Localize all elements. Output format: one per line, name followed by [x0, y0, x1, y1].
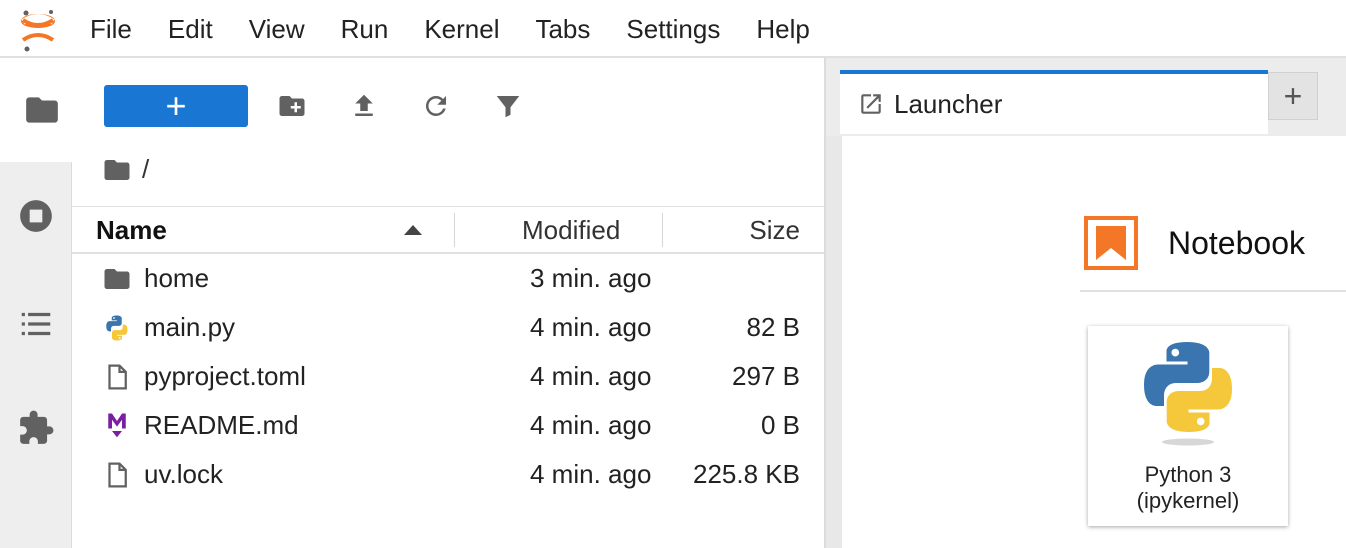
tab-label: Launcher: [894, 88, 1003, 119]
stop-circle-icon: [20, 200, 52, 232]
python-logo-icon: [1144, 342, 1232, 446]
kernel-card-label: Python 3 (ipykernel): [1088, 462, 1288, 514]
list-icon: [21, 312, 51, 336]
tab-bar: Launcher +: [826, 58, 1346, 136]
file-row-uv-lock[interactable]: uv.lock 4 min. ago 225.8 KB: [72, 450, 824, 499]
extension-manager-tab[interactable]: [0, 376, 72, 480]
column-divider[interactable]: [454, 213, 455, 247]
launcher-panel: Notebook Python 3 (ipykernel): [842, 136, 1346, 548]
main-menu: File Edit View Run Kernel Tabs Settings …: [72, 0, 828, 58]
folder-icon: [104, 269, 130, 289]
menu-tabs[interactable]: Tabs: [517, 0, 608, 58]
file-row-main-py[interactable]: main.py 4 min. ago 82 B: [72, 303, 824, 352]
top-menu-bar: File Edit View Run Kernel Tabs Settings …: [0, 0, 1346, 58]
file-size: 225.8 KB: [693, 459, 800, 489]
column-size-header[interactable]: Size: [749, 215, 800, 246]
menu-edit[interactable]: Edit: [150, 0, 231, 58]
new-folder-icon: [279, 96, 305, 116]
file-icon: [108, 364, 127, 390]
file-browser-toolbar: +: [104, 85, 544, 127]
filter-icon: [496, 96, 520, 118]
left-sidebar-tabs: [0, 58, 78, 548]
notebook-bookmark-icon: [1084, 216, 1138, 270]
menu-settings[interactable]: Settings: [608, 0, 738, 58]
column-name-header[interactable]: Name: [96, 215, 167, 246]
python-file-icon: [106, 315, 128, 341]
python3-kernel-card[interactable]: Python 3 (ipykernel): [1088, 326, 1288, 526]
section-title: Notebook: [1168, 224, 1305, 261]
jupyter-logo-icon[interactable]: [18, 8, 58, 52]
file-list: home 3 min. ago main.py 4 min. ago 82 B …: [72, 254, 824, 499]
file-modified: 4 min. ago: [530, 361, 652, 391]
launch-icon: [861, 94, 881, 114]
new-folder-button[interactable]: [256, 85, 328, 127]
file-row-readme[interactable]: README.md 4 min. ago 0 B: [72, 401, 824, 450]
kernel-name: Python 3: [1144, 462, 1232, 487]
file-name: pyproject.toml: [144, 361, 306, 391]
menu-file[interactable]: File: [72, 0, 150, 58]
file-size: 0 B: [760, 410, 800, 440]
folder-icon[interactable]: [102, 155, 132, 185]
file-modified: 4 min. ago: [530, 459, 652, 489]
menu-run[interactable]: Run: [323, 0, 407, 58]
file-modified: 4 min. ago: [530, 312, 652, 342]
markdown-icon: [108, 413, 126, 438]
refresh-icon: [425, 95, 446, 116]
menu-view[interactable]: View: [231, 0, 323, 58]
main-dock-panel: Launcher + Notebook Python 3 (ipykernel): [826, 58, 1346, 548]
new-tab-button[interactable]: +: [1268, 72, 1318, 120]
file-size: 297 B: [732, 361, 800, 391]
tab-launcher[interactable]: Launcher: [840, 70, 1268, 134]
upload-icon: [355, 94, 373, 116]
file-row-home[interactable]: home 3 min. ago: [72, 254, 824, 303]
notebook-section-header: Notebook: [1084, 216, 1305, 270]
file-name: home: [144, 263, 210, 293]
sort-ascending-icon: [404, 225, 422, 235]
new-launcher-button[interactable]: +: [104, 85, 248, 127]
kernel-spec: (ipykernel): [1136, 488, 1240, 513]
file-modified: 4 min. ago: [530, 410, 652, 440]
refresh-button[interactable]: [400, 85, 472, 127]
file-listing-header: Name Modified Size: [72, 206, 824, 254]
menu-kernel[interactable]: Kernel: [406, 0, 517, 58]
column-divider[interactable]: [662, 213, 663, 247]
file-row-pyproject[interactable]: pyproject.toml 4 min. ago 297 B: [72, 352, 824, 401]
file-modified: 3 min. ago: [530, 263, 652, 293]
file-icon: [108, 462, 127, 488]
filter-button[interactable]: [472, 85, 544, 127]
file-name: uv.lock: [144, 459, 223, 489]
file-browser-tab[interactable]: [0, 58, 78, 162]
column-modified-header[interactable]: Modified: [522, 215, 620, 246]
file-name: README.md: [144, 410, 299, 440]
breadcrumb-root[interactable]: /: [142, 154, 149, 185]
file-size: 82 B: [746, 312, 801, 342]
breadcrumb: /: [102, 154, 149, 185]
file-browser-panel: + / Name Modified Size home 3 min. ago m…: [72, 58, 826, 548]
table-of-contents-tab[interactable]: [0, 272, 72, 376]
section-divider: [1080, 290, 1346, 292]
folder-icon: [26, 97, 58, 123]
upload-button[interactable]: [328, 85, 400, 127]
running-sessions-tab[interactable]: [0, 164, 72, 268]
file-name: main.py: [144, 312, 236, 342]
puzzle-icon: [20, 410, 54, 444]
menu-help[interactable]: Help: [738, 0, 827, 58]
